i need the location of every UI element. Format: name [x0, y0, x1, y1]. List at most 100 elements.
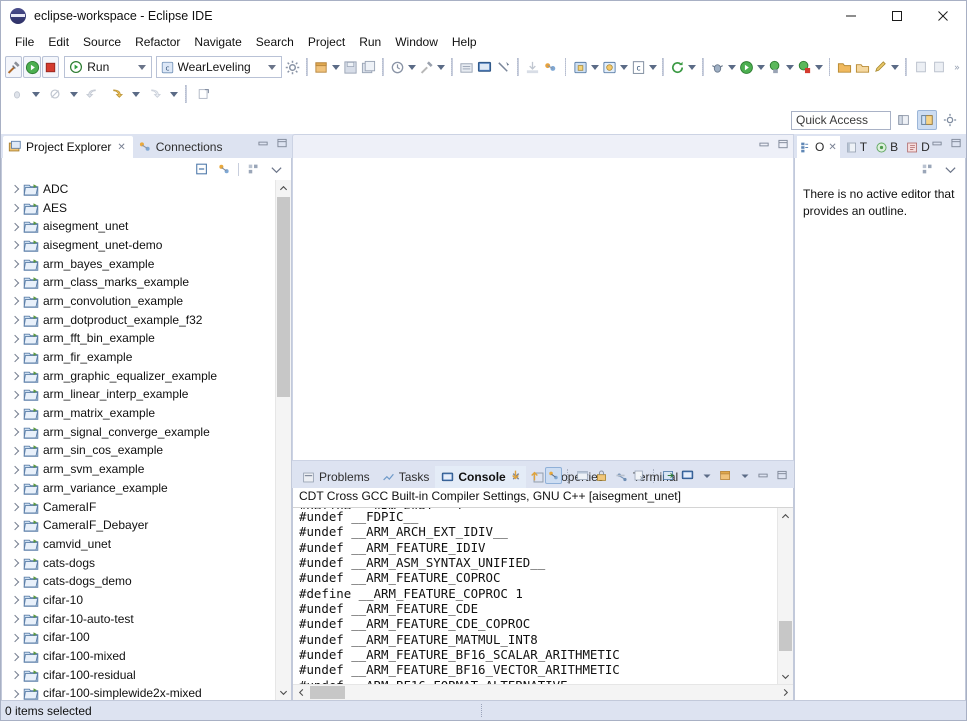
scroll-down-icon[interactable] [507, 467, 524, 484]
chevron-down-icon[interactable] [135, 65, 149, 70]
annotation-dropdown-icon[interactable] [891, 56, 901, 78]
debug-last-dropdown-icon[interactable] [29, 83, 42, 105]
expand-arrow-icon[interactable] [8, 411, 23, 417]
expand-arrow-icon[interactable] [8, 504, 23, 510]
open-type-icon[interactable] [571, 56, 588, 78]
display-dropdown-icon[interactable] [698, 467, 715, 484]
tab-tasks[interactable]: Tasks [376, 466, 436, 488]
expand-arrow-icon[interactable] [8, 186, 23, 192]
expand-arrow-icon[interactable] [8, 261, 23, 267]
import-icon[interactable] [524, 56, 541, 78]
tab-project-explorer[interactable]: Project Explorer ✕ [3, 136, 133, 158]
maximize-icon[interactable] [774, 467, 791, 484]
tree-item-project[interactable]: arm_linear_interp_example [2, 386, 275, 405]
overflow-icon[interactable]: » [949, 56, 966, 78]
open-folder2-icon[interactable] [854, 56, 871, 78]
tree-item-project[interactable]: arm_bayes_example [2, 255, 275, 274]
debug-dropdown-icon[interactable] [727, 56, 737, 78]
scrollbar-thumb[interactable] [779, 621, 792, 651]
scroll-down-arrow-icon[interactable] [276, 684, 291, 700]
scroll-up-arrow-icon[interactable] [778, 508, 793, 524]
menu-run[interactable]: Run [352, 33, 388, 51]
scroll-up-icon[interactable] [526, 467, 543, 484]
expand-arrow-icon[interactable] [8, 672, 23, 678]
expand-arrow-icon[interactable] [8, 205, 23, 211]
debug-last-icon[interactable] [5, 83, 28, 105]
tree-item-project[interactable]: cifar-100-simplewide2x-mixed [2, 685, 275, 700]
tree-item-project[interactable]: aisegment_unet [2, 217, 275, 236]
console-horizontal-scrollbar[interactable] [293, 684, 793, 700]
run-dropdown-icon[interactable] [756, 56, 766, 78]
collapse-all-icon[interactable] [194, 161, 210, 177]
cdt-perspective-icon[interactable] [917, 110, 937, 130]
tree-item-project[interactable]: cifar-10-auto-test [2, 610, 275, 629]
external-tools-icon[interactable] [192, 83, 215, 105]
tree-item-project[interactable]: cifar-100 [2, 629, 275, 648]
expand-arrow-icon[interactable] [8, 448, 23, 454]
tree-item-project[interactable]: cats-dogs [2, 554, 275, 573]
expand-arrow-icon[interactable] [8, 635, 23, 641]
expand-arrow-icon[interactable] [8, 654, 23, 660]
tree-item-project[interactable]: arm_sin_cos_example [2, 442, 275, 461]
refresh-colored-icon[interactable] [542, 56, 559, 78]
skip-breakpoints-icon[interactable] [43, 83, 66, 105]
launch-mode-combo[interactable]: Run [64, 56, 152, 78]
chevron-down-icon[interactable] [265, 65, 279, 70]
skip-breakpoints-dropdown-icon[interactable] [67, 83, 80, 105]
link-with-editor-icon[interactable] [216, 161, 232, 177]
profile-dropdown-icon[interactable] [814, 56, 824, 78]
expand-arrow-icon[interactable] [8, 392, 23, 398]
tree-item-project[interactable]: AES [2, 199, 275, 218]
build-hammer-icon[interactable] [5, 56, 23, 78]
scroll-left-arrow-icon[interactable] [293, 685, 309, 700]
clear-console-icon[interactable] [574, 467, 591, 484]
save-all-icon[interactable] [360, 56, 377, 78]
maximize-icon[interactable] [874, 1, 920, 31]
debug-icon[interactable] [709, 56, 726, 78]
new-c-file-dropdown-icon[interactable] [648, 56, 658, 78]
quick-access-input[interactable] [791, 110, 891, 130]
build-dropdown-icon[interactable] [408, 56, 418, 78]
view-menu-icon[interactable] [268, 161, 284, 177]
profile-icon[interactable] [796, 56, 813, 78]
annotation-icon[interactable] [872, 56, 889, 78]
forward-icon[interactable] [105, 83, 128, 105]
build-all-icon[interactable] [389, 56, 406, 78]
tree-item-project[interactable]: arm_class_marks_example [2, 273, 275, 292]
expand-arrow-icon[interactable] [8, 541, 23, 547]
view-menu-dots-icon[interactable] [246, 161, 262, 177]
minimize-icon[interactable] [257, 137, 269, 149]
scroll-lock-icon[interactable] [545, 467, 562, 484]
project-tree-scrollbar[interactable] [275, 180, 291, 700]
expand-arrow-icon[interactable] [8, 224, 23, 230]
refresh-dropdown-icon[interactable] [687, 56, 697, 78]
menu-source[interactable]: Source [76, 33, 128, 51]
tree-item-project[interactable]: arm_fft_bin_example [2, 330, 275, 349]
expand-arrow-icon[interactable] [8, 579, 23, 585]
expand-arrow-icon[interactable] [8, 560, 23, 566]
expand-arrow-icon[interactable] [8, 467, 23, 473]
forward2-dropdown-icon[interactable] [167, 83, 180, 105]
expand-arrow-icon[interactable] [8, 280, 23, 286]
new-wizard-dropdown-icon[interactable] [331, 56, 341, 78]
expand-arrow-icon[interactable] [8, 242, 23, 248]
new-c-file-icon[interactable]: c [629, 56, 646, 78]
project-tree[interactable]: ADC AES aisegment_unet aisegment_unet-demo a… [2, 180, 275, 700]
open-perspective-icon[interactable] [894, 110, 914, 130]
expand-arrow-icon[interactable] [8, 597, 23, 603]
menu-file[interactable]: File [8, 33, 41, 51]
expand-arrow-icon[interactable] [8, 616, 23, 622]
build-settings-icon[interactable] [458, 56, 475, 78]
tree-item-project[interactable]: arm_variance_example [2, 479, 275, 498]
tree-item-project[interactable]: aisegment_unet-demo [2, 236, 275, 255]
gear-icon[interactable] [283, 56, 300, 78]
tab-build-targets[interactable]: B [872, 136, 901, 158]
expand-arrow-icon[interactable] [8, 373, 23, 379]
tree-item-project[interactable]: CameraIF [2, 498, 275, 517]
tree-item-project[interactable]: arm_fir_example [2, 348, 275, 367]
editor-empty-area[interactable] [292, 158, 794, 461]
next-annotation-icon[interactable] [912, 56, 929, 78]
open-console-icon[interactable] [660, 467, 677, 484]
scroll-down-arrow-icon[interactable] [778, 668, 793, 684]
menu-search[interactable]: Search [249, 33, 301, 51]
